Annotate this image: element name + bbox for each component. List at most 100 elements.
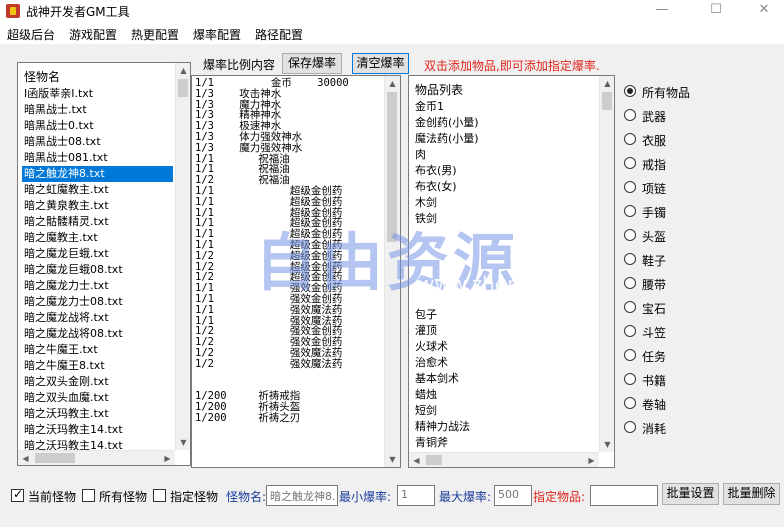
radio-dot-icon[interactable] [624, 181, 636, 193]
item-list-item[interactable]: 金币1 [415, 99, 479, 115]
batch-delete-button[interactable]: 批量删除 [723, 483, 780, 505]
radio-dot-icon[interactable] [624, 229, 636, 241]
item-list-item[interactable]: 金创药(小量) [415, 115, 479, 131]
item-list-item[interactable]: 灌顶 [415, 323, 479, 339]
radio-dot-icon[interactable] [624, 133, 636, 145]
monster-list-item[interactable]: 暗黑战士08.txt [24, 134, 173, 150]
item-list-item[interactable]: 精神力战法 [415, 419, 479, 435]
monster-list-item[interactable]: 暗黑战士081.txt [24, 150, 173, 166]
item-list-item[interactable] [415, 291, 479, 307]
monster-list-item[interactable]: 暗之魔龙力士08.txt [24, 294, 173, 310]
scroll-right-icon[interactable]: ▶ [584, 453, 599, 467]
scroll-thumb[interactable] [387, 92, 397, 242]
monster-list-item[interactable]: 暗之牛魔王8.txt [24, 358, 173, 374]
item-list-item[interactable] [415, 243, 479, 259]
scroll-up-icon[interactable]: ▲ [600, 76, 614, 91]
menu-path-config[interactable]: 路径配置 [255, 26, 303, 43]
scroll-right-icon[interactable]: ▶ [160, 451, 175, 465]
scroll-up-icon[interactable]: ▲ [176, 63, 190, 78]
radio-dot-icon[interactable] [624, 349, 636, 361]
scroll-thumb[interactable] [426, 455, 442, 465]
menu-hotupdate-config[interactable]: 热更配置 [131, 26, 179, 43]
monster-list-item[interactable]: 暗之虹魔教主.txt [24, 182, 173, 198]
close-button[interactable]: ✕ [744, 0, 784, 22]
item-vscroll[interactable]: ▲ ▼ [599, 76, 614, 452]
droprate-vscroll[interactable]: ▲ ▼ [384, 76, 400, 467]
scroll-up-icon[interactable]: ▲ [385, 76, 400, 91]
radio-dot-icon[interactable] [624, 85, 636, 97]
monster-vscroll[interactable]: ▲ ▼ [175, 63, 190, 450]
item-list-item[interactable]: 铁剑 [415, 211, 479, 227]
monster-list-item[interactable]: 暗之黄泉教主.txt [24, 198, 173, 214]
menu-game-config[interactable]: 游戏配置 [69, 26, 117, 43]
item-list-item[interactable] [415, 275, 479, 291]
checkbox-box[interactable] [82, 489, 95, 502]
radio-dot-icon[interactable] [624, 325, 636, 337]
radio-dot-icon[interactable] [624, 157, 636, 169]
scroll-thumb[interactable] [602, 92, 612, 110]
scroll-down-icon[interactable]: ▼ [176, 435, 190, 450]
item-hscroll[interactable]: ◀ ▶ [409, 452, 599, 467]
max-rate-input[interactable]: 500 [494, 485, 532, 506]
scroll-left-icon[interactable]: ◀ [18, 451, 33, 465]
item-list-item[interactable] [415, 227, 479, 243]
scroll-left-icon[interactable]: ◀ [409, 453, 424, 467]
checkbox-box[interactable] [153, 489, 166, 502]
save-droprate-button[interactable]: 保存爆率 [282, 53, 342, 74]
scroll-down-icon[interactable]: ▼ [385, 452, 400, 467]
scroll-thumb[interactable] [35, 453, 75, 463]
radio-dot-icon[interactable] [624, 397, 636, 409]
monster-list-item[interactable]: I函版莘亲I.txt [24, 86, 173, 102]
item-listbox[interactable]: 物品列表 金币1 金创药(小量) 魔法药(小量) 肉布衣(男) 布衣(女) 木剑 铁剑 包子灌… [408, 75, 615, 468]
item-list-item[interactable]: 肉 [415, 147, 479, 163]
monster-hscroll[interactable]: ◀ ▶ [18, 450, 175, 465]
item-list-item[interactable] [415, 259, 479, 275]
minimize-button[interactable]: — [642, 0, 682, 22]
item-list-item[interactable]: 布衣(男) [415, 163, 479, 179]
monster-list-item[interactable]: 暗之魔龙战将08.txt [24, 326, 173, 342]
monster-list-item[interactable]: 暗之沃玛教主14.txt [24, 422, 173, 438]
droprate-textarea[interactable]: 1/1 金币 30000 1/3 攻击神水 1/3 魔力神水 1/3 精神神水 1/3 … [191, 75, 401, 468]
radio-dot-icon[interactable] [624, 277, 636, 289]
radio-dot-icon[interactable] [624, 421, 636, 433]
monster-list-item[interactable]: 暗之触龙神8.txt [22, 166, 173, 182]
scroll-thumb[interactable] [178, 79, 188, 97]
item-list-item[interactable]: 治愈术 [415, 355, 479, 371]
monster-name-input[interactable]: 暗之触龙神8. [266, 485, 338, 506]
item-list-item[interactable]: 包子 [415, 307, 479, 323]
radio-dot-icon[interactable] [624, 205, 636, 217]
scroll-down-icon[interactable]: ▼ [600, 437, 614, 452]
item-list-item[interactable]: 基本剑术 [415, 371, 479, 387]
specified-item-input[interactable] [590, 485, 658, 506]
monster-list-item[interactable]: 暗之魔教主.txt [24, 230, 173, 246]
monster-list-item[interactable]: 暗之双头血魔.txt [24, 390, 173, 406]
monster-list-item[interactable]: 暗之魔龙战将.txt [24, 310, 173, 326]
item-list-item[interactable]: 布衣(女) [415, 179, 479, 195]
monster-listbox[interactable]: 怪物名 I函版莘亲I.txt 暗黑战士.txt 暗黑战士0.txt 暗黑战士08.tx… [17, 62, 191, 466]
item-list-item[interactable]: 蜡烛 [415, 387, 479, 403]
monster-list-item[interactable]: 暗之魔龙巨蛾.txt [24, 246, 173, 262]
item-list-item[interactable]: 短剑 [415, 403, 479, 419]
monster-list-item[interactable]: 暗黑战士.txt [24, 102, 173, 118]
batch-set-button[interactable]: 批量设置 [662, 483, 719, 505]
radio-dot-icon[interactable] [624, 373, 636, 385]
item-list-item[interactable]: 青铜斧 [415, 435, 479, 451]
radio-dot-icon[interactable] [624, 301, 636, 313]
item-list-item[interactable]: 木剑 [415, 195, 479, 211]
monster-list-item[interactable]: 暗之魔龙力士.txt [24, 278, 173, 294]
monster-list-item[interactable]: 暗之牛魔王.txt [24, 342, 173, 358]
menu-droprate-config[interactable]: 爆率配置 [193, 26, 241, 43]
monster-list-item[interactable]: 暗之骷髅精灵.txt [24, 214, 173, 230]
monster-list-item[interactable]: 暗之魔龙巨蛾08.txt [24, 262, 173, 278]
monster-list-item[interactable]: 暗黑战士0.txt [24, 118, 173, 134]
maximize-button[interactable]: ☐ [696, 0, 736, 22]
monster-list-item[interactable]: 暗之沃玛教主.txt [24, 406, 173, 422]
checkbox-box[interactable] [11, 487, 24, 502]
min-rate-input[interactable]: 1 [397, 485, 435, 506]
item-list-item[interactable]: 魔法药(小量) [415, 131, 479, 147]
item-list-item[interactable]: 火球术 [415, 339, 479, 355]
monster-list-item[interactable]: 暗之双头金刚.txt [24, 374, 173, 390]
clear-droprate-button[interactable]: 清空爆率 [352, 53, 409, 74]
radio-dot-icon[interactable] [624, 109, 636, 121]
radio-dot-icon[interactable] [624, 253, 636, 265]
